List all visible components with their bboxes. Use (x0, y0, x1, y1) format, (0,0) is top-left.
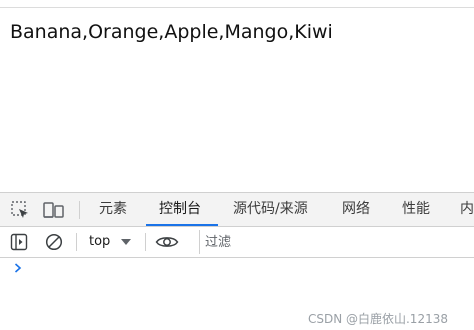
browser-page: Banana,Orange,Apple,Mango,Kiwi 元素 控制台 源代… (0, 0, 474, 330)
devtools-panel: 元素 控制台 源代码/来源 网络 性能 内 top 过滤 CSDN @白鹿依山.… (0, 192, 474, 330)
tab-sources[interactable]: 源代码/来源 (233, 193, 308, 226)
element-picker-icon[interactable] (10, 200, 30, 220)
tab-elements[interactable]: 元素 (99, 193, 127, 226)
live-expression-icon[interactable] (155, 233, 179, 251)
active-tab-indicator (146, 224, 218, 226)
device-toolbar-icon[interactable] (42, 200, 66, 220)
caret-down-icon (121, 239, 131, 245)
filter-input[interactable] (199, 230, 474, 254)
console-toolbar: top (0, 227, 474, 258)
context-label: top (89, 234, 111, 249)
toolbar-divider (145, 233, 146, 251)
toolbar-divider (76, 233, 77, 251)
toolbar-divider (79, 201, 80, 219)
devtools-tab-bar: 元素 控制台 源代码/来源 网络 性能 内 (0, 193, 474, 227)
tab-network[interactable]: 网络 (342, 193, 370, 226)
address-bar-edge (0, 0, 474, 8)
watermark: CSDN @白鹿依山.12138 (307, 312, 448, 326)
chevron-right-icon (14, 263, 22, 273)
page-content-text: Banana,Orange,Apple,Mango,Kiwi (10, 21, 333, 43)
sidebar-toggle-icon[interactable] (10, 233, 28, 251)
tab-console[interactable]: 控制台 (159, 193, 201, 226)
execution-context-select[interactable]: top (83, 227, 139, 257)
tab-performance[interactable]: 性能 (402, 193, 430, 226)
clear-console-icon[interactable] (45, 233, 63, 251)
tab-memory-truncated[interactable]: 内 (460, 193, 474, 226)
